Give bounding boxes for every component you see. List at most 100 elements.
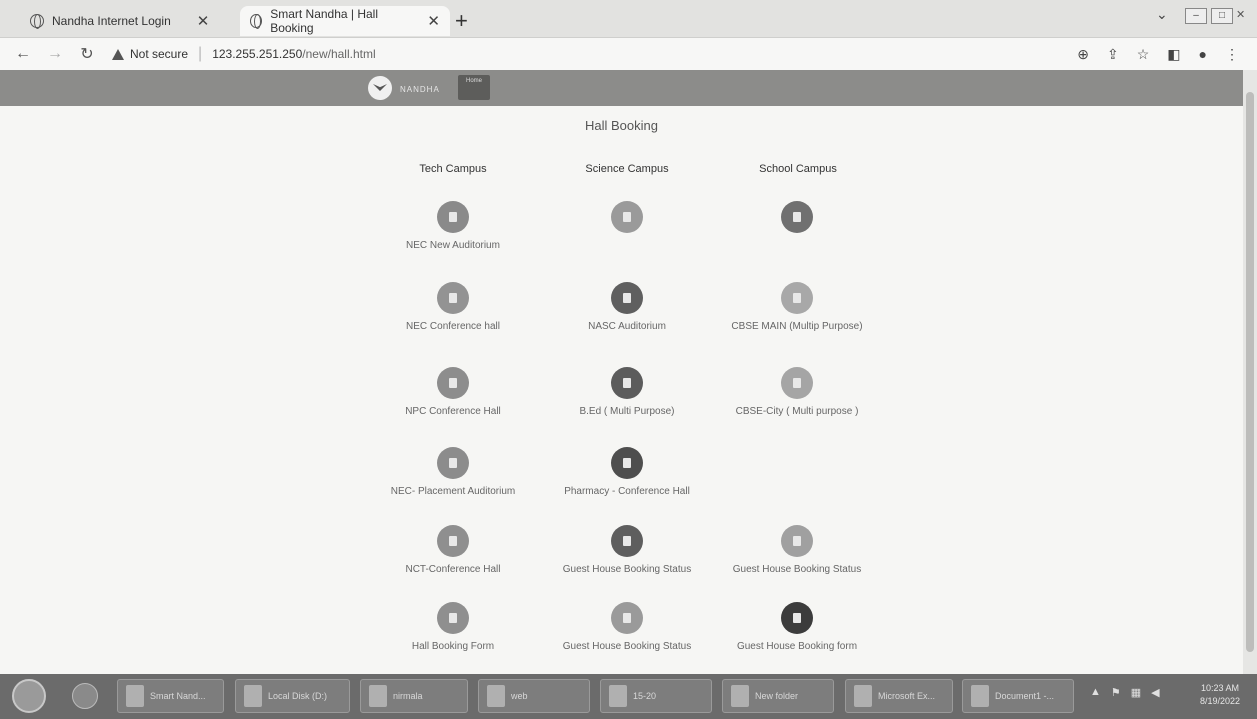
document-icon [623,536,631,546]
hall-item[interactable]: NEC Conference hall [358,282,548,332]
hall-item[interactable]: Pharmacy - Conference Hall [532,447,722,497]
hall-item[interactable]: NCT-Conference Hall [358,525,548,575]
zoom-icon[interactable]: ⊕ [1077,46,1089,63]
hall-item[interactable]: Guest House Booking form [702,602,892,652]
hall-circle-button[interactable] [437,367,469,399]
hall-item[interactable]: Hall Booking Form [358,602,548,652]
hall-item[interactable]: NEC- Placement Auditorium [358,447,548,497]
url-field[interactable]: 123.255.251.250/new/hall.html [212,47,375,61]
hall-circle-button[interactable] [437,201,469,233]
tab-nandha-internet-login[interactable]: Nandha Internet Login ✕ [20,6,242,36]
tab-search-chevron-icon[interactable]: ⌄ [1156,6,1168,23]
hall-item[interactable]: CBSE-City ( Multi purpose ) [702,367,892,417]
hall-circle-button[interactable] [437,602,469,634]
network-icon[interactable]: ▦ [1131,686,1141,699]
hall-circle-button[interactable] [611,201,643,233]
taskbar-app-icon [244,685,262,707]
hall-label: Guest House Booking Status [562,564,692,575]
hall-item[interactable]: Guest House Booking Status [702,525,892,575]
hall-circle-button[interactable] [781,367,813,399]
profile-icon[interactable]: ● [1199,46,1207,63]
hall-label: NEC Conference hall [406,321,500,332]
forward-arrow-icon[interactable]: → [46,45,64,63]
share-icon[interactable]: ⇪ [1107,46,1119,63]
page-title: Hall Booking [585,118,658,133]
close-window-icon[interactable]: ✕ [1236,8,1245,21]
quick-launch-icon[interactable] [72,683,98,709]
hall-item[interactable]: Guest House Booking Status [532,525,722,575]
globe-icon [250,14,263,29]
url-path: /new/hall.html [302,47,376,61]
hall-item[interactable] [702,201,892,233]
taskbar-button[interactable]: Local Disk (D:) [235,679,350,713]
taskbar-button-label: New folder [755,691,799,701]
hall-circle-button[interactable] [781,525,813,557]
taskbar-button[interactable]: Document1 -... [962,679,1074,713]
hall-circle-button[interactable] [611,447,643,479]
hall-item[interactable]: NEC New Auditorium [358,201,548,251]
hall-circle-button[interactable] [437,447,469,479]
home-button[interactable]: Home [458,75,490,100]
tray-flag-icon[interactable]: ⚑ [1111,686,1121,699]
new-tab-button[interactable]: + [455,8,468,34]
taskbar-button-label: nirmala [393,691,423,701]
taskbar-app-icon [854,685,872,707]
system-tray: ▲ ⚑ ▦ ◀ [1090,686,1160,699]
taskbar-app-icon [369,685,387,707]
taskbar-app-icon [731,685,749,707]
document-icon [793,293,801,303]
back-arrow-icon[interactable]: ← [14,45,32,63]
taskbar-button-label: Smart Nand... [150,691,206,701]
document-icon [793,613,801,623]
hall-circle-button[interactable] [611,282,643,314]
taskbar-button[interactable]: 15-20 [600,679,712,713]
taskbar-app-icon [609,685,627,707]
document-icon [449,458,457,468]
hall-item[interactable]: CBSE MAIN (Multip Purpose) [702,282,892,332]
menu-kebab-icon[interactable]: ⋮ [1225,46,1239,63]
tab-title: Nandha Internet Login [52,14,171,28]
taskbar-button[interactable]: Microsoft Ex... [845,679,953,713]
hall-circle-button[interactable] [781,602,813,634]
tab-hall-booking[interactable]: Smart Nandha | Hall Booking ✕ [240,6,450,36]
hall-label: Hall Booking Form [411,641,495,652]
hall-item[interactable]: NPC Conference Hall [358,367,548,417]
scrollbar-thumb[interactable] [1246,92,1254,652]
hall-label: CBSE MAIN (Multip Purpose) [731,321,863,332]
hall-circle-button[interactable] [611,525,643,557]
hall-label: Guest House Booking form [736,641,858,652]
bookmark-star-icon[interactable]: ☆ [1137,46,1150,63]
taskbar-button-label: Document1 -... [995,691,1055,701]
reload-icon[interactable]: ↻ [78,44,96,64]
hall-item[interactable]: NASC Auditorium [532,282,722,332]
hall-label: NEC New Auditorium [406,240,500,251]
hall-circle-button[interactable] [781,282,813,314]
brand-name: NANDHA [400,85,440,94]
volume-icon[interactable]: ◀ [1151,686,1159,699]
hall-circle-button[interactable] [437,525,469,557]
taskbar-button[interactable]: Smart Nand... [117,679,224,713]
taskbar-clock[interactable]: 10:23 AM 8/19/2022 [1200,682,1240,708]
document-icon [623,613,631,623]
hall-circle-button[interactable] [611,367,643,399]
minimize-icon[interactable]: – [1185,8,1207,24]
tray-up-arrow-icon[interactable]: ▲ [1090,686,1101,699]
start-button[interactable] [12,679,46,713]
taskbar-button[interactable]: web [478,679,590,713]
taskbar-button[interactable]: New folder [722,679,834,713]
hall-item[interactable] [532,201,722,233]
close-tab-icon[interactable]: ✕ [197,12,210,30]
side-panel-icon[interactable]: ◧ [1167,46,1180,63]
maximize-icon[interactable]: □ [1211,8,1233,24]
hall-circle-button[interactable] [437,282,469,314]
hall-item[interactable]: Guest House Booking Status [532,602,722,652]
document-icon [623,293,631,303]
close-tab-icon[interactable]: ✕ [427,12,440,30]
taskbar-button[interactable]: nirmala [360,679,468,713]
hall-circle-button[interactable] [611,602,643,634]
hall-circle-button[interactable] [781,201,813,233]
nandha-logo-icon[interactable] [368,76,392,100]
hall-item[interactable]: B.Ed ( Multi Purpose) [532,367,722,417]
security-indicator[interactable]: Not secure [112,47,188,61]
page-scrollbar[interactable] [1243,70,1257,674]
